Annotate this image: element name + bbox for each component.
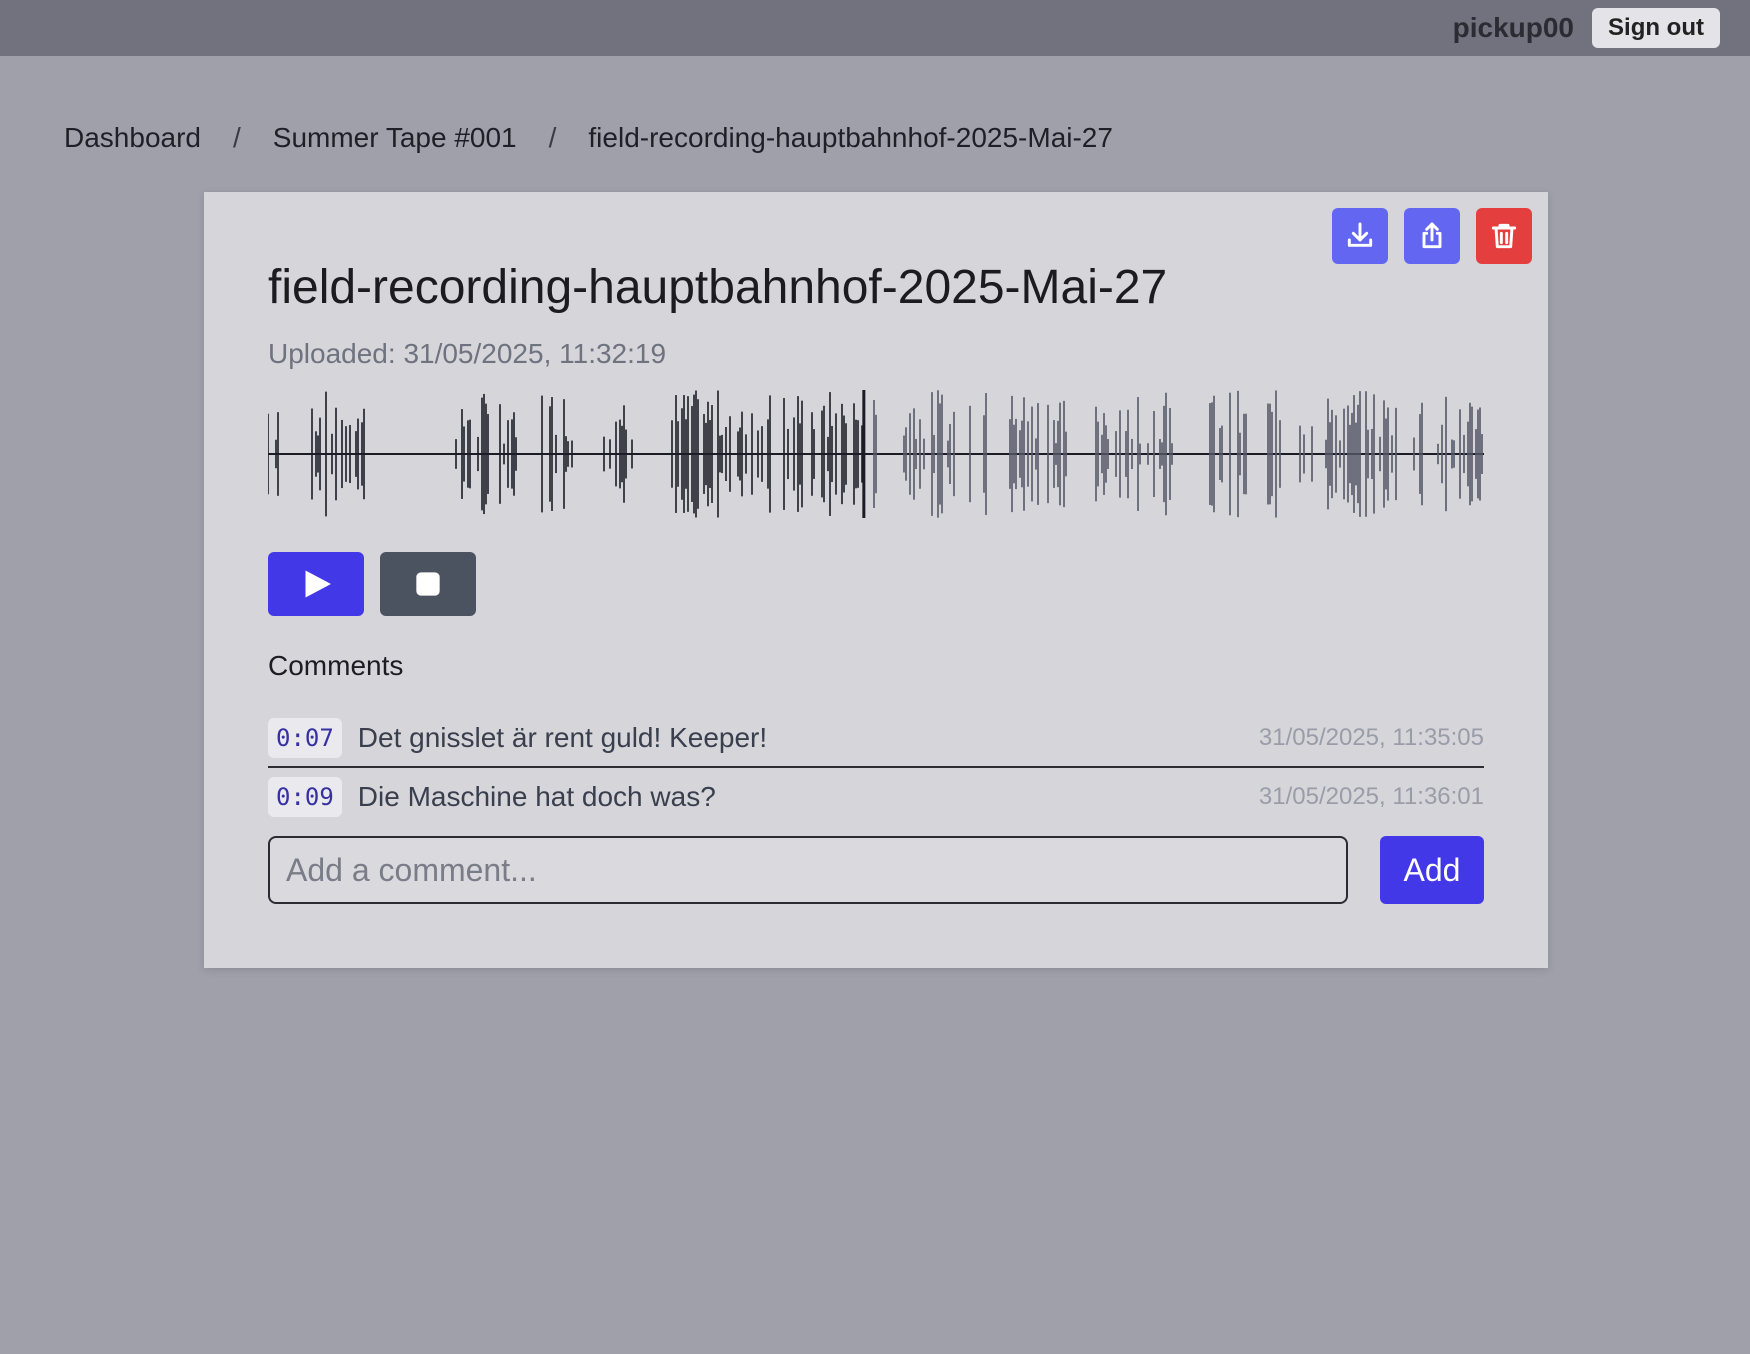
share-icon	[1422, 222, 1442, 249]
download-icon	[1347, 222, 1373, 247]
track-title: field-recording-hauptbahnhof-2025-Mai-27	[268, 261, 1168, 314]
share-button[interactable]	[1404, 208, 1460, 264]
upload-value: 31/05/2025, 11:32:19	[403, 338, 667, 369]
track-card: field-recording-hauptbahnhof-2025-Mai-27…	[204, 192, 1548, 968]
breadcrumb-separator: /	[548, 122, 557, 153]
comment-timecode[interactable]: 0:09	[268, 777, 342, 817]
comment-item: 0:09 Die Maschine hat doch was? 31/05/20…	[268, 768, 1484, 826]
upload-date: Uploaded: 31/05/2025, 11:32:19	[268, 338, 666, 370]
comments-heading: Comments	[268, 650, 404, 681]
stop-icon	[416, 572, 440, 596]
add-comment-button[interactable]: Add	[1380, 836, 1484, 904]
breadcrumb-tape[interactable]: Summer Tape #001	[273, 122, 517, 154]
comment-text: Det gnisslet är rent guld! Keeper!	[357, 722, 768, 753]
top-bar: pickup00 Sign out	[0, 0, 1750, 56]
comment-timecode[interactable]: 0:07	[268, 718, 342, 758]
download-button[interactable]	[1332, 208, 1388, 264]
comment-item: 0:07 Det gnisslet är rent guld! Keeper! …	[268, 710, 1484, 768]
comment-input[interactable]	[268, 836, 1348, 904]
comments-list: 0:07 Det gnisslet är rent guld! Keeper! …	[268, 710, 1484, 826]
comment-text: Die Maschine hat doch was?	[357, 781, 716, 812]
waveform[interactable]	[268, 390, 1484, 518]
breadcrumb-current: field-recording-hauptbahnhof-2025-Mai-27	[588, 122, 1113, 153]
play-button[interactable]	[268, 552, 364, 616]
comment-form: Add	[268, 836, 1484, 904]
username: pickup00	[1452, 12, 1575, 43]
delete-button[interactable]	[1476, 208, 1532, 264]
comment-timestamp: 31/05/2025, 11:35:05	[1258, 724, 1484, 751]
breadcrumb: Dashboard / Summer Tape #001 / field-rec…	[64, 122, 1113, 154]
trash-icon	[1491, 223, 1517, 249]
play-icon	[305, 570, 331, 598]
breadcrumb-dashboard[interactable]: Dashboard	[64, 122, 201, 154]
comment-timestamp: 31/05/2025, 11:36:01	[1258, 783, 1484, 810]
sign-out-button[interactable]: Sign out	[1592, 8, 1720, 48]
stop-button[interactable]	[380, 552, 476, 616]
breadcrumb-separator: /	[232, 122, 241, 153]
upload-label: Uploaded:	[268, 338, 396, 369]
player-controls	[268, 552, 476, 616]
track-actions	[1332, 208, 1532, 264]
